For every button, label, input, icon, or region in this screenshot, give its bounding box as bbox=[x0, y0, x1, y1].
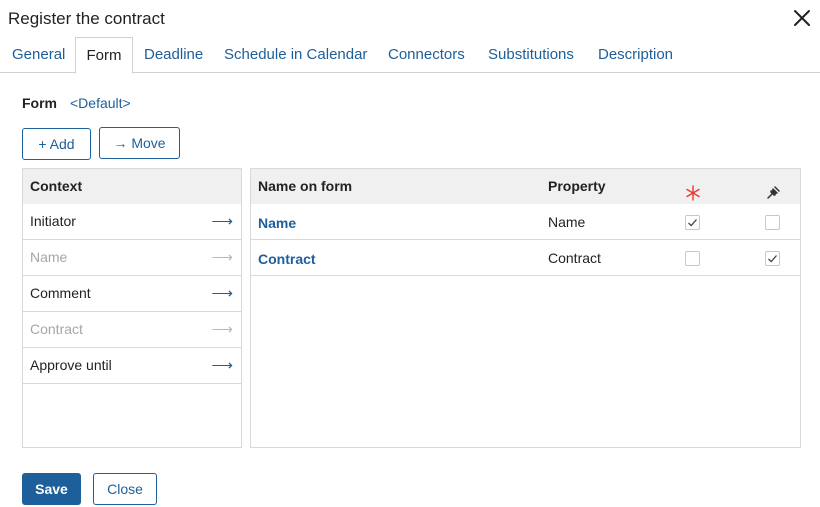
add-button[interactable]: + Add bbox=[22, 128, 91, 160]
context-item-name: Name ⟶ bbox=[23, 240, 241, 276]
save-button[interactable]: Save bbox=[22, 473, 81, 505]
required-checkbox[interactable] bbox=[685, 215, 700, 230]
field-property: Name bbox=[548, 214, 586, 230]
arrow-right-icon[interactable]: ⟶ bbox=[211, 348, 233, 383]
required-checkbox[interactable] bbox=[685, 251, 700, 266]
column-property: Property bbox=[548, 178, 606, 194]
context-item-comment[interactable]: Comment ⟶ bbox=[23, 276, 241, 312]
tab-connectors[interactable]: Connectors bbox=[388, 37, 465, 73]
dialog-title: Register the contract bbox=[8, 9, 165, 28]
context-item-contract: Contract ⟶ bbox=[23, 312, 241, 348]
context-item-label: Name bbox=[30, 249, 68, 265]
form-fields-panel: Name on form Property Name Name Contract… bbox=[250, 168, 801, 448]
arrow-right-icon[interactable]: ⟶ bbox=[211, 204, 233, 239]
field-name-link[interactable]: Contract bbox=[258, 251, 316, 267]
context-item-approve-until[interactable]: Approve until ⟶ bbox=[23, 348, 241, 384]
tab-deadline[interactable]: Deadline bbox=[144, 37, 203, 73]
context-item-initiator[interactable]: Initiator ⟶ bbox=[23, 204, 241, 240]
tab-general[interactable]: General bbox=[12, 37, 65, 73]
arrow-right-icon[interactable]: ⟶ bbox=[211, 276, 233, 311]
tab-bar: General Form Deadline Schedule in Calend… bbox=[0, 37, 820, 74]
context-item-label: Contract bbox=[30, 321, 83, 337]
tab-schedule-in-calendar[interactable]: Schedule in Calendar bbox=[224, 37, 367, 73]
context-item-label: Initiator bbox=[30, 213, 76, 229]
context-panel: Context Initiator ⟶ Name ⟶ Comment ⟶ Con… bbox=[22, 168, 242, 448]
close-icon[interactable] bbox=[790, 6, 814, 30]
form-selector-link[interactable]: <Default> bbox=[70, 95, 131, 111]
context-header: Context bbox=[23, 169, 241, 204]
readonly-checkbox[interactable] bbox=[765, 215, 780, 230]
field-name-link[interactable]: Name bbox=[258, 215, 296, 231]
column-name-on-form: Name on form bbox=[258, 178, 353, 194]
table-row: Name Name bbox=[251, 204, 800, 240]
pin-icon bbox=[765, 179, 781, 199]
close-button[interactable]: Close bbox=[93, 473, 157, 505]
table-row: Contract Contract bbox=[251, 240, 800, 276]
context-item-label: Comment bbox=[30, 285, 91, 301]
tab-form[interactable]: Form bbox=[75, 37, 133, 74]
form-label: Form bbox=[22, 95, 57, 111]
tab-substitutions[interactable]: Substitutions bbox=[488, 37, 574, 73]
arrow-right-icon: ⟶ bbox=[211, 249, 233, 266]
arrow-right-icon: ⟶ bbox=[211, 321, 233, 338]
form-fields-header: Name on form Property bbox=[251, 169, 800, 204]
context-item-label: Approve until bbox=[30, 357, 112, 373]
field-property: Contract bbox=[548, 250, 601, 266]
readonly-checkbox[interactable] bbox=[765, 251, 780, 266]
move-button[interactable]: → Move bbox=[99, 127, 180, 159]
tab-description[interactable]: Description bbox=[598, 37, 673, 73]
asterisk-icon bbox=[685, 179, 701, 201]
